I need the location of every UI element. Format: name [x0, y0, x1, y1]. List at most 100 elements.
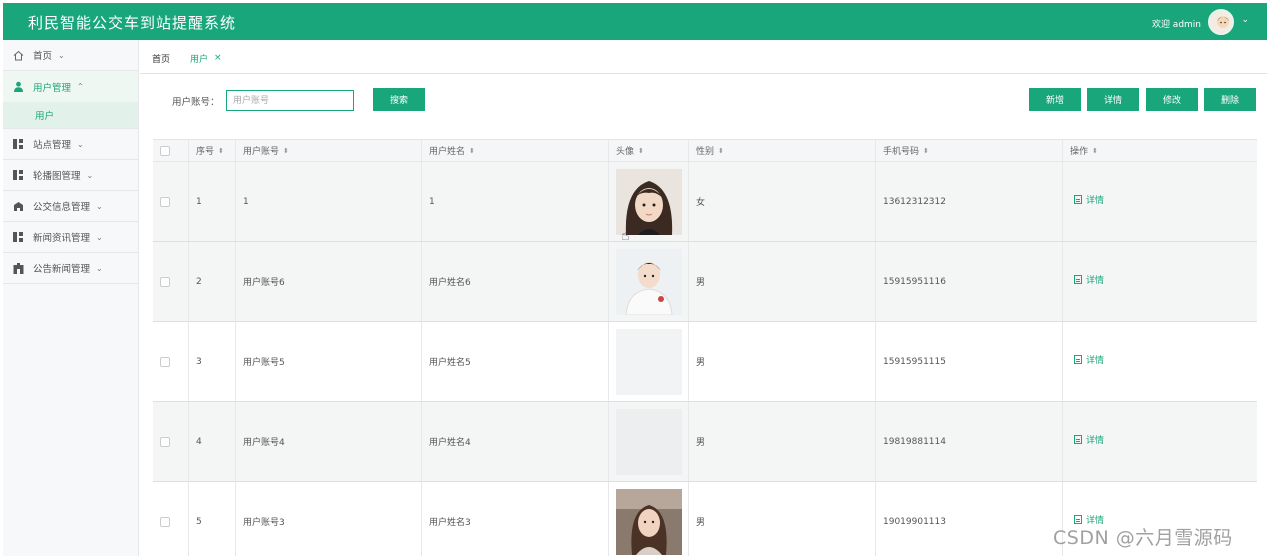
cell-phone: 15915951115 [876, 322, 1063, 401]
grid-icon [12, 231, 24, 243]
header-cell[interactable]: 头像 ⬍ [609, 140, 689, 161]
sidebar-item-news-management[interactable]: 新闻资讯管理 ⌄ [3, 222, 138, 253]
sort-icon[interactable]: ⬍ [283, 147, 289, 155]
detail-button[interactable]: 详情 [1087, 88, 1139, 111]
edit-button[interactable]: 修改 [1146, 88, 1198, 111]
sort-icon[interactable]: ⬍ [1092, 147, 1098, 155]
sidebar-item-label: 公告新闻管理 [33, 264, 91, 275]
cell-name: 1 [422, 162, 609, 241]
user-avatar[interactable] [1208, 9, 1234, 35]
select-all-checkbox[interactable] [160, 145, 170, 156]
cell-account: 用户账号6 [236, 242, 422, 321]
sidebar-item-home[interactable]: 首页 ⌄ [3, 40, 138, 71]
close-icon[interactable]: × [214, 53, 222, 63]
header-label: 头像 [616, 147, 635, 157]
sort-icon[interactable]: ⬍ [718, 147, 724, 155]
tab-user-label: 用户 [190, 54, 209, 65]
welcome-text: 欢迎 admin [1151, 20, 1201, 30]
top-bar: 利民智能公交车到站提醒系统 欢迎 admin ⌄ [3, 3, 1267, 40]
detail-label: 详情 [1086, 276, 1105, 286]
sidebar-item-station-management[interactable]: 站点管理 ⌄ [3, 129, 138, 160]
cell-no: 2 [189, 242, 236, 321]
tab-user[interactable]: 用户 × [190, 52, 222, 65]
row-checkbox[interactable] [160, 356, 170, 367]
detail-label: 详情 [1086, 196, 1105, 206]
row-checkbox[interactable] [160, 516, 170, 527]
chevron-down-icon: ⌄ [77, 139, 84, 149]
sidebar-item-label: 轮播图管理 [33, 171, 81, 182]
chevron-down-icon: ⌄ [96, 263, 103, 273]
row-detail-link[interactable]: 详情 [1074, 353, 1104, 366]
avatar-image[interactable] [616, 488, 682, 555]
sidebar-subitem-user[interactable]: 用户 [3, 102, 138, 129]
header-cell[interactable]: 性别 ⬍ [689, 140, 876, 161]
sidebar-item-label: 首页 [33, 51, 53, 62]
chevron-down-icon: ⌄ [96, 232, 103, 242]
delete-button[interactable]: 删除 [1204, 88, 1256, 111]
cell-gender: 女 [689, 162, 876, 241]
avatar-image[interactable] [616, 168, 682, 235]
header-label: 用户姓名 [429, 147, 466, 157]
tab-home[interactable]: 首页 [152, 52, 170, 65]
search-label: 用户账号： [172, 97, 220, 108]
user-menu-chevron-icon[interactable]: ⌄ [1241, 15, 1249, 25]
sidebar-item-carousel-management[interactable]: 轮播图管理 ⌄ [3, 160, 138, 191]
sort-icon[interactable]: ⬍ [218, 147, 224, 155]
sort-icon[interactable]: ⬍ [638, 147, 644, 155]
header-cell[interactable]: 操作 ⬍ [1063, 140, 1257, 161]
grid-icon [12, 138, 24, 150]
avatar-placeholder[interactable] [616, 408, 682, 475]
grid-icon [12, 169, 24, 181]
search-button[interactable]: 搜索 [373, 88, 425, 111]
search-input[interactable] [226, 90, 354, 111]
document-icon [1074, 275, 1082, 284]
sidebar-item-user-management[interactable]: 用户管理 ⌃ [3, 71, 138, 102]
cell-gender: 男 [689, 402, 876, 481]
bus-icon [12, 200, 24, 212]
chevron-down-icon: ⌄ [86, 170, 94, 180]
cell-phone: 15915951116 [876, 242, 1063, 321]
header-cell[interactable]: 序号 ⬍ [189, 140, 236, 161]
cell-no: 5 [189, 482, 236, 556]
row-checkbox[interactable] [160, 276, 170, 287]
table-header-row: 序号 ⬍ 用户账号 ⬍ 用户姓名 ⬍ 头像 ⬍ 性别 ⬍ 手机号码 ⬍ 操作 ⬍ [153, 140, 1257, 162]
detail-label: 详情 [1086, 356, 1105, 366]
cell-account: 用户账号5 [236, 322, 422, 401]
building-icon [12, 262, 24, 274]
cell-account: 用户账号4 [236, 402, 422, 481]
row-checkbox[interactable] [160, 196, 170, 207]
cell-phone: 13612312312 [876, 162, 1063, 241]
sidebar-item-label: 站点管理 [33, 140, 72, 151]
header-cell[interactable]: 用户账号 ⬍ [236, 140, 422, 161]
avatar-image[interactable] [616, 248, 682, 315]
header-cell[interactable]: 用户姓名 ⬍ [422, 140, 609, 161]
table-row: 4 用户账号4 用户姓名4 男 19819881114 详情 [153, 402, 1257, 482]
row-detail-link[interactable]: 详情 [1074, 273, 1104, 286]
sidebar-item-label: 新闻资讯管理 [33, 233, 91, 244]
avatar-placeholder[interactable] [616, 328, 682, 395]
sidebar: 首页 ⌄ 用户管理 ⌃ 用户 站点管理 ⌄ 轮播图管理 ⌄ 公交信息管理 ⌄ 新… [3, 40, 139, 556]
header-label: 性别 [696, 147, 715, 157]
sort-icon[interactable]: ⬍ [923, 147, 929, 155]
sidebar-item-label: 公交信息管理 [33, 202, 91, 213]
table-row: 3 用户账号5 用户姓名5 男 15915951115 详情 [153, 322, 1257, 402]
sidebar-item-notice-management[interactable]: 公告新闻管理 ⌄ [3, 253, 138, 284]
detail-label: 详情 [1086, 436, 1105, 446]
row-detail-link[interactable]: 详情 [1074, 433, 1104, 446]
sort-icon[interactable]: ⬍ [469, 147, 475, 155]
table-row: 1 1 1 女 13612312312 详情 [153, 162, 1257, 242]
document-icon [1074, 435, 1082, 444]
cell-name: 用户姓名4 [422, 402, 609, 481]
cell-no: 1 [189, 162, 236, 241]
chevron-down-icon: ⌄ [58, 50, 65, 60]
cell-account: 用户账号3 [236, 482, 422, 556]
chevron-down-icon: ⌄ [96, 201, 103, 211]
row-detail-link[interactable]: 详情 [1074, 193, 1104, 206]
tab-bar: 首页 用户 × [152, 46, 242, 70]
cell-no: 3 [189, 322, 236, 401]
sidebar-item-bus-info-management[interactable]: 公交信息管理 ⌄ [3, 191, 138, 222]
add-button[interactable]: 新增 [1029, 88, 1081, 111]
cell-no: 4 [189, 402, 236, 481]
row-checkbox[interactable] [160, 436, 170, 447]
header-cell[interactable]: 手机号码 ⬍ [876, 140, 1063, 161]
